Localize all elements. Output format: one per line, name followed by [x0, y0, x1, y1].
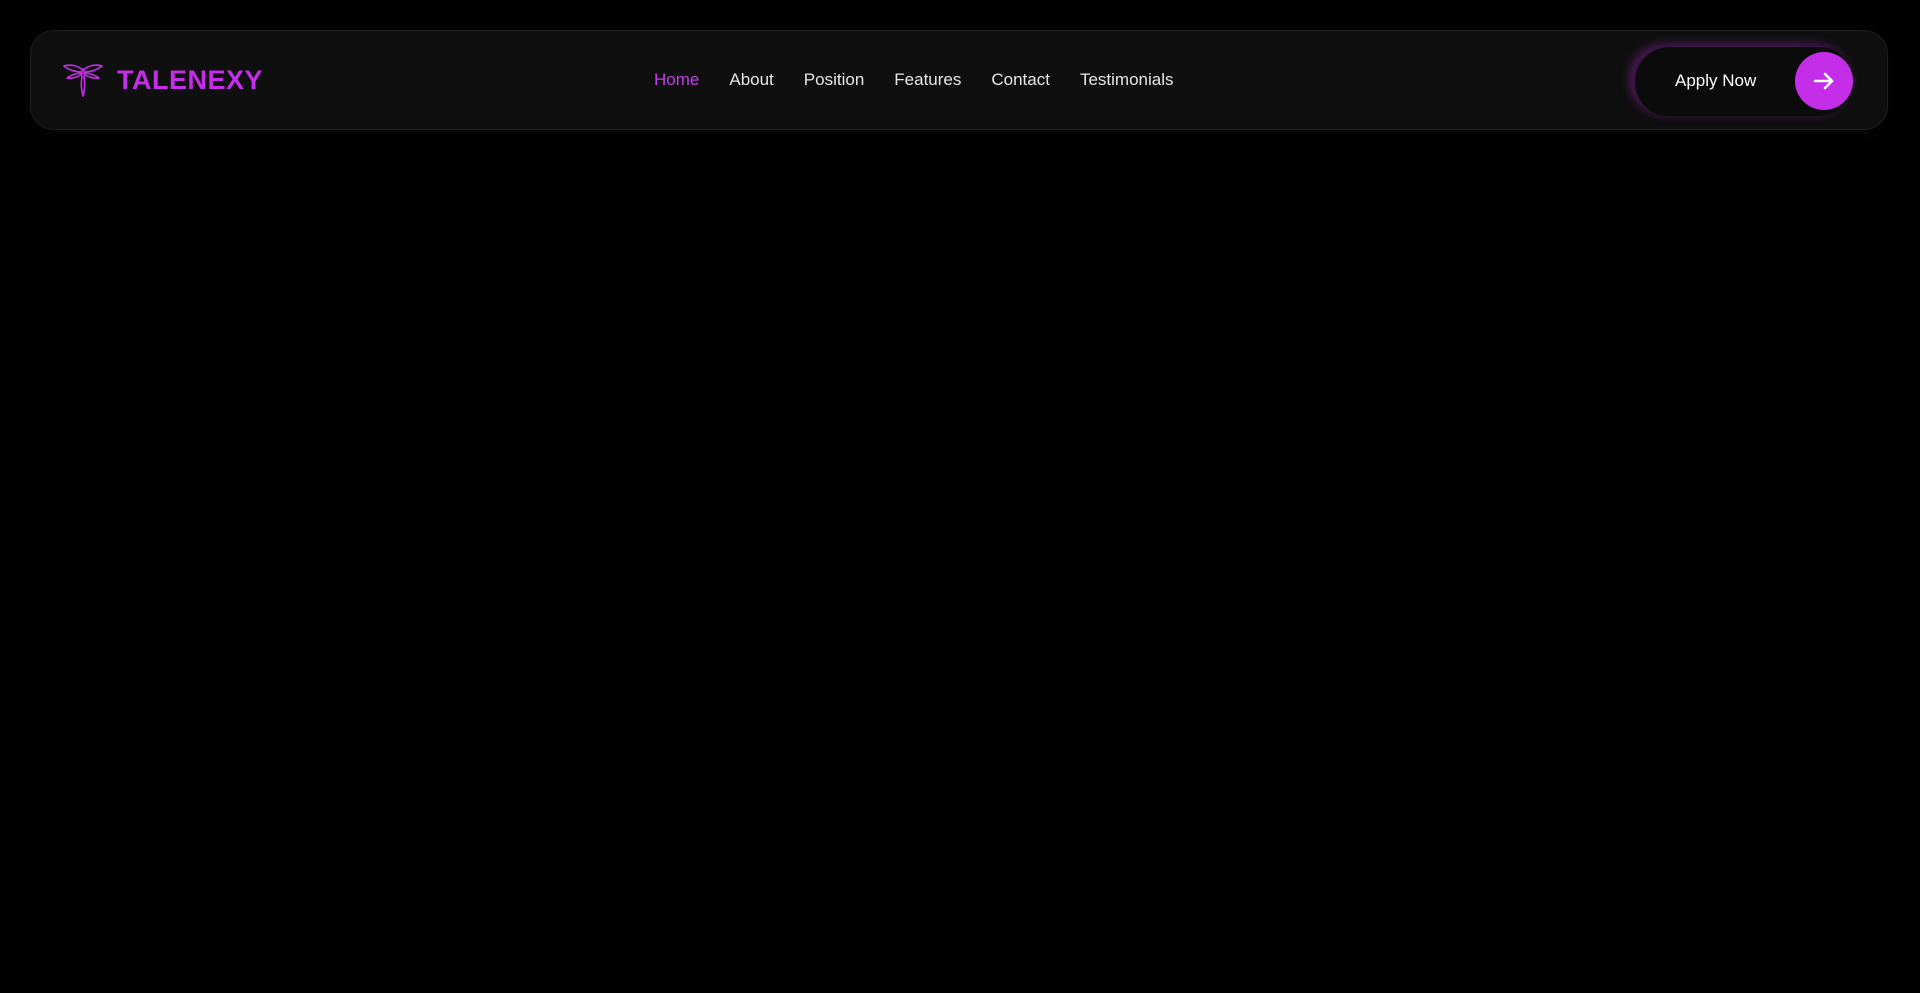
nav-item-testimonials[interactable]: Testimonials — [1080, 70, 1174, 90]
dragonfly-logo-icon — [63, 64, 103, 97]
apply-now-button[interactable]: Apply Now — [1633, 46, 1853, 116]
brand[interactable]: TALENEXY — [63, 31, 263, 129]
top-navbar: TALENEXY Home About Position Features Co… — [30, 30, 1888, 130]
nav-item-home[interactable]: Home — [654, 70, 699, 90]
main-nav: Home About Position Features Contact Tes… — [654, 31, 1204, 129]
brand-name: TALENEXY — [117, 64, 264, 95]
nav-item-features[interactable]: Features — [894, 70, 961, 90]
apply-now-label: Apply Now — [1675, 71, 1757, 90]
nav-item-about[interactable]: About — [729, 70, 773, 90]
nav-item-position[interactable]: Position — [804, 70, 864, 90]
nav-item-contact[interactable]: Contact — [991, 70, 1050, 90]
arrow-right-icon[interactable] — [1795, 52, 1853, 110]
